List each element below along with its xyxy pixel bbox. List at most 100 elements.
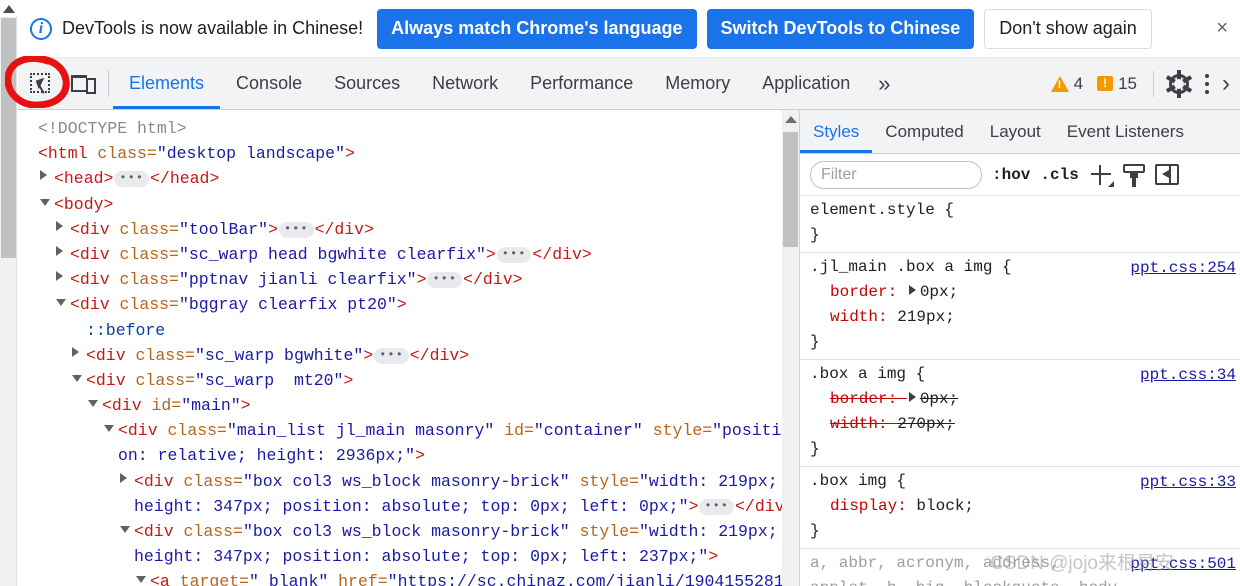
dom-tree-scrollbar[interactable]	[782, 110, 799, 586]
styles-rules-list[interactable]: element.style {} ppt.css:254 .jl_main .box…	[800, 196, 1240, 586]
css-rule[interactable]: element.style {}	[800, 196, 1240, 253]
tab-performance[interactable]: Performance	[514, 58, 649, 109]
dom-tree[interactable]: <!DOCTYPE html> <html class="desktop land…	[18, 116, 794, 586]
page-scrollbar[interactable]	[0, 0, 17, 586]
tree-twisty-icon[interactable]	[72, 346, 79, 357]
dom-tree-node[interactable]: <body>	[38, 192, 794, 217]
dom-scrollbar-up-arrow[interactable]	[782, 110, 799, 127]
always-match-language-button[interactable]: Always match Chrome's language	[377, 8, 697, 49]
dom-tree-node[interactable]: <html class="desktop landscape">	[38, 141, 794, 166]
dom-tree-node[interactable]: <div id="main">	[38, 393, 794, 418]
brush-icon[interactable]	[1122, 163, 1145, 187]
dom-tree-pane[interactable]: <!DOCTYPE html> <html class="desktop land…	[18, 110, 800, 586]
tree-twisty-icon[interactable]	[136, 576, 146, 584]
expand-ellipsis-icon[interactable]: •••	[699, 498, 735, 515]
css-property-value[interactable]: 0px;	[920, 390, 958, 408]
css-property-name[interactable]: border:	[830, 283, 907, 301]
device-toolbar-icon[interactable]	[70, 70, 98, 98]
dom-tree-node[interactable]: <a target="_blank" href="https://sc.chin…	[38, 569, 794, 586]
dom-tree-node[interactable]: <div class="box col3 ws_block masonry-br…	[38, 469, 794, 519]
css-source-link[interactable]: ppt.css:33	[1140, 470, 1236, 495]
css-declaration[interactable]: border: 0px;	[810, 387, 1232, 412]
css-declaration[interactable]: width: 270px;	[810, 412, 1232, 437]
dom-tree-node[interactable]: <div class="sc_warp head bgwhite clearfi…	[38, 242, 794, 267]
expand-ellipsis-icon[interactable]: •••	[374, 347, 409, 364]
tree-twisty-icon[interactable]	[56, 245, 63, 256]
css-source-link[interactable]: ppt.css:254	[1130, 256, 1236, 281]
tab-layout[interactable]: Layout	[977, 110, 1054, 153]
css-property-name[interactable]: width:	[830, 415, 897, 433]
tab-sources[interactable]: Sources	[318, 58, 416, 109]
expand-ellipsis-icon[interactable]: •••	[278, 221, 314, 238]
css-property-value[interactable]: block;	[916, 497, 974, 515]
dom-tree-node[interactable]: ::before	[38, 318, 794, 343]
close-devtools-icon[interactable]: ›	[1222, 70, 1232, 98]
tab-computed[interactable]: Computed	[872, 110, 976, 153]
gear-icon[interactable]	[1165, 69, 1193, 98]
switch-devtools-to-chinese-button[interactable]: Switch DevTools to Chinese	[706, 8, 975, 49]
css-property-value[interactable]: 0px;	[920, 283, 958, 301]
dom-tree-node[interactable]: <div class="pptnav jianli clearfix"> ••• <…	[38, 267, 794, 292]
dom-tree-node[interactable]: <!DOCTYPE html>	[38, 116, 794, 141]
tree-twisty-icon[interactable]	[56, 220, 63, 231]
expand-ellipsis-icon[interactable]: •••	[496, 246, 532, 263]
tree-twisty-icon[interactable]	[120, 526, 130, 534]
expand-shorthand-icon[interactable]	[908, 392, 916, 402]
warning-badge[interactable]: 4	[1047, 74, 1087, 94]
dom-scrollbar-thumb[interactable]	[783, 132, 798, 247]
css-rule[interactable]: ppt.css:33 .box img {display: block;}	[800, 467, 1240, 549]
close-icon[interactable]: ×	[1216, 17, 1230, 40]
dom-tree-node[interactable]: <div class="box col3 ws_block masonry-br…	[38, 519, 794, 569]
issue-badge[interactable]: 15	[1093, 74, 1141, 94]
tab-memory[interactable]: Memory	[649, 58, 746, 109]
css-rule[interactable]: ppt.css:254 .jl_main .box a img {border: …	[800, 253, 1240, 360]
dont-show-again-button[interactable]: Don't show again	[984, 8, 1152, 49]
tab-elements[interactable]: Elements	[113, 58, 221, 109]
css-source-link[interactable]: ppt.css:34	[1140, 363, 1236, 388]
tab-application[interactable]: Application	[746, 58, 866, 109]
tree-twisty-icon[interactable]	[72, 374, 82, 382]
css-selector[interactable]: element.style {	[810, 198, 1232, 223]
css-rule[interactable]: ppt.css:34 .box a img {border: 0px; width:…	[800, 360, 1240, 467]
css-property-name[interactable]: display:	[830, 497, 916, 515]
css-declaration[interactable]: width: 219px;	[810, 305, 1232, 330]
tree-twisty-icon[interactable]	[56, 299, 66, 307]
css-property-value[interactable]: 270px;	[897, 415, 955, 433]
tab-styles[interactable]: Styles	[800, 110, 873, 153]
expand-shorthand-icon[interactable]	[908, 285, 916, 295]
dom-tree-node[interactable]: <div class="sc_warp mt20">	[38, 368, 794, 393]
tree-twisty-icon[interactable]	[40, 198, 50, 206]
expand-ellipsis-icon[interactable]: •••	[427, 272, 463, 289]
inspect-element-icon[interactable]	[28, 70, 56, 98]
dom-tree-node[interactable]: <head> ••• </head>	[38, 166, 794, 191]
expand-ellipsis-icon[interactable]: •••	[114, 171, 150, 188]
tab-event-listeners[interactable]: Event Listeners	[1054, 110, 1197, 153]
dom-tree-node[interactable]: <div class="toolBar"> ••• </div>	[38, 217, 794, 242]
tree-twisty-icon[interactable]	[88, 400, 98, 408]
dom-tree-node[interactable]: <div class="bggray clearfix pt20">	[38, 292, 794, 317]
tree-twisty-icon[interactable]	[104, 425, 114, 433]
more-tabs-icon[interactable]: »	[866, 58, 902, 109]
css-property-name[interactable]: border:	[830, 390, 907, 408]
page-scrollbar-up-arrow[interactable]	[0, 0, 17, 17]
dom-tree-node[interactable]: <div class="main_list jl_main masonry" i…	[38, 418, 794, 468]
tree-twisty-icon[interactable]	[120, 472, 127, 483]
cls-toggle[interactable]: .cls	[1040, 166, 1078, 184]
css-rule[interactable]: ppt.css:501a, abbr, acronym, address, ap…	[800, 549, 1240, 586]
more-vertical-icon[interactable]	[1198, 71, 1216, 97]
toggle-sidebar-icon[interactable]	[1154, 164, 1179, 185]
page-scrollbar-thumb[interactable]	[1, 18, 16, 258]
tree-twisty-icon[interactable]	[40, 170, 47, 181]
tab-console[interactable]: Console	[220, 58, 318, 109]
css-property-name[interactable]: width:	[830, 308, 897, 326]
filter-input[interactable]	[810, 160, 982, 189]
hov-toggle[interactable]: :hov	[992, 166, 1030, 184]
tab-network[interactable]: Network	[416, 58, 514, 109]
css-source-link[interactable]: ppt.css:501	[1130, 552, 1236, 577]
css-declaration[interactable]: display: block;	[810, 494, 1232, 519]
plus-icon[interactable]	[1089, 163, 1114, 187]
tree-twisty-icon[interactable]	[56, 271, 63, 282]
dom-tree-node[interactable]: <div class="sc_warp bgwhite"> ••• </div>	[38, 343, 794, 368]
css-property-value[interactable]: 219px;	[897, 308, 955, 326]
css-declaration[interactable]: border: 0px;	[810, 280, 1232, 305]
